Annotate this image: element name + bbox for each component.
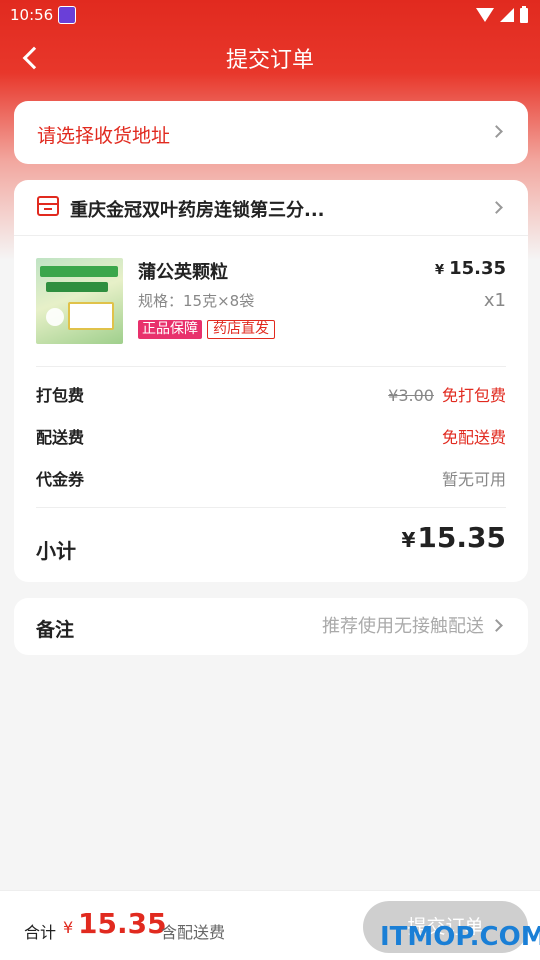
chevron-right-icon <box>490 125 503 138</box>
tag-genuine: 正品保障 <box>138 320 202 339</box>
packing-fee-row: 打包费 ¥3.00 免打包费 <box>36 382 506 408</box>
status-bar: 10:56 <box>0 0 540 30</box>
packing-fee-original: ¥3.00 <box>388 386 434 405</box>
address-prompt: 请选择收货地址 <box>37 125 171 147</box>
packing-fee-value: ¥3.00 免打包费 <box>388 382 506 406</box>
subtotal-amount: 15.35 <box>417 521 506 554</box>
divider <box>36 366 506 367</box>
currency-symbol: ¥ <box>401 528 416 552</box>
signal-icon <box>500 8 514 22</box>
delivery-fee-label: 配送费 <box>36 428 85 447</box>
coupon-value: 暂无可用 <box>441 470 506 489</box>
remark-label: 备注 <box>36 619 75 641</box>
wifi-icon <box>476 8 494 22</box>
address-selector[interactable]: 请选择收货地址 <box>14 101 528 164</box>
coupon-label: 代金券 <box>36 470 85 489</box>
subtotal-value: ¥15.35 <box>402 521 507 554</box>
delivery-fee-row: 配送费 免配送费 <box>36 424 506 450</box>
currency-symbol: ¥ <box>435 263 445 278</box>
product-tags: 正品保障 药店直发 <box>138 320 275 339</box>
store-icon <box>37 196 59 216</box>
status-indicators <box>476 5 528 24</box>
coupon-row[interactable]: 代金券 暂无可用 <box>36 466 506 492</box>
store-name: 重庆金冠双叶药房连锁第三分... <box>70 200 325 221</box>
app-notification-icon <box>58 6 76 24</box>
product-spec: 规格：15克×8袋 <box>138 292 255 310</box>
remark-row[interactable]: 备注 推荐使用无接触配送 <box>14 598 528 655</box>
chevron-right-icon <box>490 201 503 214</box>
order-card: 重庆金冠双叶药房连锁第三分... 蒲公英颗粒 规格：15克×8袋 正品保障 药店… <box>14 180 528 582</box>
page-title: 提交订单 <box>225 48 314 73</box>
product-image[interactable] <box>36 258 123 344</box>
delivery-fee-value: 免配送费 <box>441 428 506 447</box>
total-value: 15.35 <box>78 907 167 940</box>
remark-placeholder: 推荐使用无接触配送 <box>322 616 484 637</box>
total-label: 合计 <box>24 923 57 942</box>
packing-fee-free: 免打包费 <box>441 386 506 405</box>
subtotal-label: 小计 <box>36 539 76 563</box>
chevron-right-icon <box>490 619 503 632</box>
total-note: 含配送费 <box>161 923 226 942</box>
product-price: ¥15.35 <box>435 258 506 279</box>
product-price-value: 15.35 <box>449 258 506 279</box>
battery-icon <box>520 5 528 23</box>
status-time: 10:56 <box>10 6 54 24</box>
product-name[interactable]: 蒲公英颗粒 <box>138 258 228 284</box>
tag-direct-ship: 药店直发 <box>207 320 275 339</box>
divider <box>36 507 506 508</box>
currency-symbol: ¥ <box>63 918 74 937</box>
product-quantity: x1 <box>483 290 506 311</box>
packing-fee-label: 打包费 <box>36 386 85 405</box>
store-row[interactable]: 重庆金冠双叶药房连锁第三分... <box>14 180 528 236</box>
nav-bar: 提交订单 <box>0 30 540 84</box>
watermark-logo: ITMOP.COM <box>380 922 540 952</box>
